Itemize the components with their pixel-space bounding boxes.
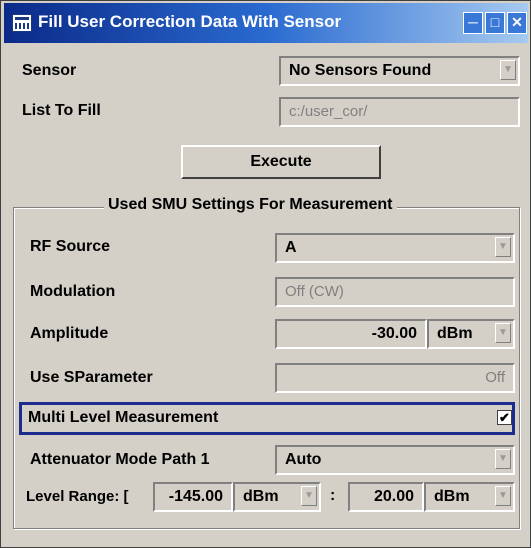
rf-source-select[interactable]: A ▼ — [275, 233, 515, 263]
amplitude-unit-select[interactable]: dBm ▼ — [427, 319, 515, 349]
modulation-field: Off (CW) — [275, 277, 515, 307]
level-range-max-input[interactable]: 20.00 — [348, 482, 424, 512]
level-range-label: Level Range: [ — [26, 488, 129, 505]
level-range-max-unit-select[interactable]: dBm ▼ — [424, 482, 515, 512]
title-bar[interactable]: Fill User Correction Data With Sensor ─ … — [4, 3, 528, 43]
dropdown-arrow-icon[interactable]: ▼ — [495, 237, 511, 257]
amplitude-unit: dBm — [437, 325, 473, 342]
amplitude-input[interactable]: -30.00 — [275, 319, 427, 349]
close-icon[interactable]: ✕ — [507, 12, 527, 34]
dropdown-arrow-icon[interactable]: ▼ — [500, 60, 516, 80]
dropdown-arrow-icon[interactable]: ▼ — [495, 323, 511, 343]
attenuator-select[interactable]: Auto ▼ — [275, 445, 515, 475]
list-to-fill-field: c:/user_cor/ — [279, 97, 520, 127]
maximize-icon[interactable]: □ — [485, 12, 505, 34]
minimize-icon[interactable]: ─ — [463, 12, 483, 34]
window-title: Fill User Correction Data With Sensor — [38, 12, 342, 31]
level-range-min-input[interactable]: -145.00 — [153, 482, 233, 512]
dropdown-arrow-icon[interactable]: ▼ — [495, 486, 511, 506]
sensor-label: Sensor — [22, 62, 77, 79]
attenuator-value: Auto — [285, 451, 322, 468]
settings-group-title: Used SMU Settings For Measurement — [104, 196, 397, 214]
sensor-select[interactable]: No Sensors Found ▼ — [279, 56, 520, 86]
attenuator-label: Attenuator Mode Path 1 — [30, 451, 210, 468]
level-range-min-unit-select[interactable]: dBm ▼ — [233, 482, 321, 512]
execute-button[interactable]: Execute — [181, 145, 381, 179]
rf-source-label: RF Source — [30, 238, 111, 255]
modulation-label: Modulation — [30, 283, 116, 300]
multi-level-label: Multi Level Measurement — [28, 409, 219, 426]
dropdown-arrow-icon[interactable]: ▼ — [301, 486, 317, 506]
rf-source-value: A — [285, 239, 297, 256]
checkbox-icon[interactable]: ✔ — [497, 410, 512, 425]
use-sparameter-field: Off — [275, 363, 515, 393]
sensor-value: No Sensors Found — [289, 62, 432, 79]
list-to-fill-label: List To Fill — [22, 102, 101, 119]
dialog-window: Fill User Correction Data With Sensor ─ … — [0, 0, 531, 548]
level-range-min-unit: dBm — [243, 488, 279, 505]
app-icon — [12, 14, 32, 32]
level-range-max-unit: dBm — [434, 488, 470, 505]
use-sparameter-label: Use SParameter — [30, 369, 153, 386]
level-range-separator: : — [330, 487, 336, 504]
amplitude-label: Amplitude — [30, 325, 109, 342]
dropdown-arrow-icon[interactable]: ▼ — [495, 449, 511, 469]
